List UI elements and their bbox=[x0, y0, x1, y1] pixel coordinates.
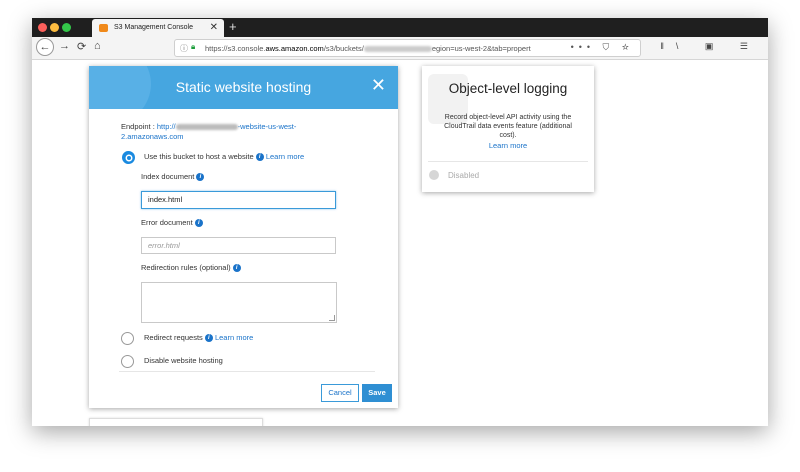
radio-disable-hosting[interactable] bbox=[121, 355, 134, 368]
browser-window: S3 Management Console ✕ + ← → ⟳ ⌂ ⓘ 🔒︎ h… bbox=[32, 18, 768, 426]
tab-title: S3 Management Console bbox=[114, 24, 193, 31]
index-document-input[interactable]: index.html bbox=[141, 191, 336, 209]
divider bbox=[119, 371, 375, 372]
info-icon[interactable]: i bbox=[194, 219, 203, 228]
cancel-button[interactable]: Cancel bbox=[321, 384, 359, 402]
new-tab-button[interactable]: + bbox=[229, 19, 237, 34]
close-window-button[interactable] bbox=[38, 23, 47, 32]
close-icon[interactable]: ✕ bbox=[371, 75, 386, 96]
tab-close-icon[interactable]: ✕ bbox=[210, 22, 218, 33]
redacted-bucket-name bbox=[363, 46, 432, 53]
status-text: Disabled bbox=[448, 171, 480, 180]
learn-more-link[interactable]: Learn more bbox=[215, 333, 253, 342]
learn-more-link[interactable]: Learn more bbox=[266, 152, 304, 161]
error-document-input[interactable]: error.html bbox=[141, 237, 336, 254]
info-icon[interactable]: i bbox=[232, 264, 241, 273]
back-arrow-icon[interactable]: ← bbox=[36, 38, 54, 56]
dialog-title: Static website hosting bbox=[175, 79, 312, 95]
address-bar[interactable]: ⓘ 🔒︎ https://s3.console.aws.amazon.com/s… bbox=[174, 39, 641, 57]
info-icon[interactable]: i bbox=[196, 173, 205, 182]
title-bar: S3 Management Console ✕ + bbox=[32, 18, 768, 37]
static-website-hosting-dialog: Static website hosting ✕ Endpoint : http… bbox=[89, 66, 398, 408]
page-content: Static website hosting ✕ Endpoint : http… bbox=[32, 60, 768, 426]
error-document-placeholder: error.html bbox=[148, 241, 180, 250]
home-icon[interactable]: ⌂ bbox=[94, 40, 101, 52]
redirection-rules-label: Redirection rules (optional) i bbox=[141, 263, 241, 273]
host-website-label: Use this bucket to host a website i Lear… bbox=[144, 152, 305, 162]
index-document-label: Index document i bbox=[141, 172, 205, 182]
learn-more-link[interactable]: Learn more bbox=[422, 141, 594, 150]
reload-icon[interactable]: ⟳ bbox=[77, 40, 86, 53]
dialog-header: Static website hosting ✕ bbox=[89, 66, 398, 109]
aws-favicon-icon bbox=[99, 24, 108, 32]
redirection-rules-textarea[interactable] bbox=[141, 282, 337, 323]
error-document-label: Error document i bbox=[141, 218, 203, 228]
endpoint-text: Endpoint : http://-website-us-west-2.ama… bbox=[121, 122, 297, 141]
minimize-window-button[interactable] bbox=[50, 23, 59, 32]
status-indicator-icon bbox=[429, 170, 439, 180]
object-level-logging-card[interactable]: Object-level logging Record object-level… bbox=[422, 66, 594, 192]
browser-tab[interactable]: S3 Management Console ✕ bbox=[92, 19, 224, 37]
info-icon[interactable]: ⓘ bbox=[180, 43, 188, 54]
lock-icon[interactable]: 🔒︎ bbox=[191, 42, 195, 52]
info-icon[interactable]: i bbox=[204, 334, 213, 343]
page-actions-icon[interactable]: ••• ⛉ ☆ bbox=[571, 42, 634, 53]
card-description: Record object-level API activity using t… bbox=[444, 114, 572, 139]
redacted-bucket-name bbox=[175, 124, 238, 131]
disable-hosting-label: Disable website hosting bbox=[144, 356, 223, 365]
card-partial bbox=[89, 418, 263, 426]
maximize-window-button[interactable] bbox=[62, 23, 71, 32]
navigation-bar: ← → ⟳ ⌂ ⓘ 🔒︎ https://s3.console.aws.amaz… bbox=[32, 37, 768, 60]
radio-redirect-requests[interactable] bbox=[121, 332, 134, 345]
divider bbox=[428, 161, 588, 162]
redirect-requests-label: Redirect requests i Learn more bbox=[144, 333, 254, 343]
forward-arrow-icon[interactable]: → bbox=[59, 40, 70, 52]
toolbar-icons[interactable]: ǁ\ ▣ ☰ bbox=[660, 41, 760, 52]
radio-host-website[interactable] bbox=[122, 151, 135, 164]
save-button[interactable]: Save bbox=[362, 384, 392, 402]
info-icon[interactable]: i bbox=[255, 153, 264, 162]
url-text: https://s3.console.aws.amazon.com/s3/buc… bbox=[205, 44, 531, 53]
card-title: Object-level logging bbox=[448, 81, 568, 96]
